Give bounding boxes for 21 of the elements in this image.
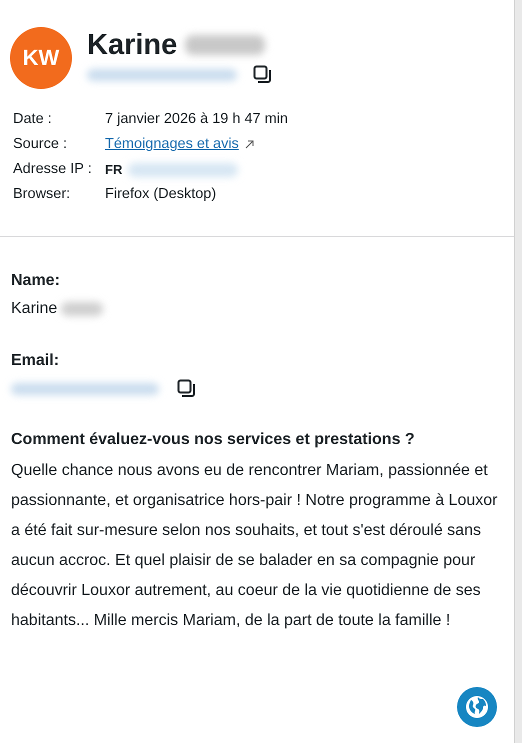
globe-button[interactable] bbox=[457, 687, 497, 727]
copy-icon[interactable] bbox=[177, 379, 196, 398]
detail-label: Browser: bbox=[13, 186, 72, 203]
detail-label: Source : bbox=[13, 136, 68, 153]
field-label: Email: bbox=[11, 351, 60, 371]
detail-label: Date : bbox=[13, 111, 53, 128]
external-link-icon bbox=[244, 140, 254, 149]
redacted-text bbox=[61, 302, 104, 316]
globe-icon bbox=[465, 695, 489, 719]
detail-value: Firefox (Desktop) bbox=[105, 186, 216, 203]
source-link[interactable]: Témoignages et avis bbox=[105, 136, 239, 153]
field-label: Comment évaluez-vous nos services et prestations ? bbox=[11, 430, 416, 450]
copy-icon[interactable] bbox=[253, 65, 272, 84]
field-label: Name: bbox=[11, 271, 61, 291]
review-text: Quelle chance nous avons eu de rencontrer Mariam, passionnée et passionnante, et organisatrice hors-pair ! Notre programme à Louxor a été fait sur-mesure selon nos souhaits, et tout s'est déroulé sans aucun accroc. Et quel plaisir de se balader en sa compagnie pour découvrir Louxor autrement, au coeur de la vie quotidienne de ses habitants... Mille mercis Mariam, de la part de toute la famille ! bbox=[11, 461, 498, 631]
field-value: Karine bbox=[11, 299, 58, 319]
country-code: FR bbox=[105, 161, 122, 178]
detail-label: Adresse IP : bbox=[13, 161, 93, 178]
detail-value: 7 janvier 2026 à 19 h 47 min bbox=[105, 111, 288, 128]
contact-name: Karine bbox=[87, 28, 178, 63]
avatar: KW bbox=[10, 27, 72, 89]
